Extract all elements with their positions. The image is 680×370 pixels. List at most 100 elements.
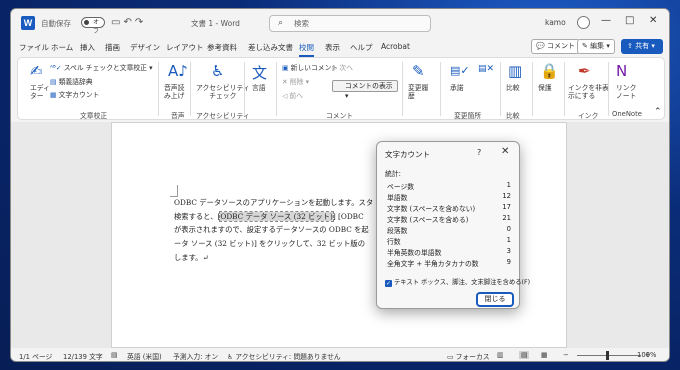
lock-icon: 🔒 [540, 62, 559, 80]
zoom-slider[interactable] [577, 355, 641, 356]
print-layout-icon[interactable]: ▤ [519, 351, 530, 359]
group-speech-label: 音声 [171, 112, 185, 120]
editor-icon: ✍ [30, 62, 43, 80]
document-body[interactable]: ODBC データソースのアプリケーションを起動します。スタ 検索すると、[ODB… [174, 196, 386, 265]
word-count-icon: ▦ [50, 91, 59, 99]
new-comment-icon: ▣ [282, 64, 291, 72]
page-indicator[interactable]: 1/1 ページ [19, 351, 52, 361]
help-icon[interactable]: ? [477, 148, 481, 157]
tab-mailings[interactable]: 差し込み文書 [248, 42, 293, 53]
protect-button[interactable]: 保護 [538, 84, 552, 92]
new-comment-button[interactable]: ▣ 新しいコメント [282, 64, 338, 72]
checkbox-checked-icon[interactable]: ✓ [385, 280, 392, 287]
stat-row: 半角英数の単語数 3 [387, 247, 511, 257]
accept-button[interactable]: 承諾 [450, 84, 464, 92]
focus-mode-button[interactable]: ▭ フォーカス [447, 351, 490, 361]
web-layout-icon[interactable]: ▦ [541, 351, 547, 359]
stat-row: 全角文字 + 半角カタカナの数 9 [387, 258, 511, 268]
user-name[interactable]: kamo [545, 18, 566, 27]
tab-layout[interactable]: レイアウト [166, 42, 204, 53]
zoom-level[interactable]: 100% [637, 351, 656, 359]
maximize-icon[interactable]: □ [625, 15, 634, 26]
autosave-toggle[interactable]: オフ [81, 17, 105, 35]
avatar[interactable] [577, 16, 590, 29]
word-app-icon: W [21, 16, 35, 30]
word-count-button[interactable]: ▦ 文字カウント [50, 91, 99, 99]
ribbon-divider [158, 62, 159, 116]
tab-references[interactable]: 参考資料 [207, 42, 237, 53]
editor-button[interactable]: エディ ター [30, 84, 50, 100]
word-count-indicator[interactable]: 12/139 文字 [63, 351, 103, 361]
word-count-dialog: 文字カウント ? ✕ 統計: ページ数 1 単語数 12 文字数 (スペースを含めな… [376, 141, 530, 309]
tab-help[interactable]: ヘルプ [350, 42, 373, 53]
tab-home[interactable]: ホーム [51, 42, 73, 53]
dialog-close-icon[interactable]: ✕ [501, 146, 509, 157]
search-input[interactable]: ⌕ 検索 [269, 15, 431, 32]
accessibility-check-button[interactable]: アクセシビリティ チェック [196, 84, 250, 100]
ribbon-divider [402, 62, 403, 116]
close-button[interactable]: 閉じる [477, 293, 513, 306]
tab-acrobat[interactable]: Acrobat [381, 42, 410, 51]
language-button[interactable]: 言語 [252, 84, 266, 92]
stat-row: 文字数 (スペースを含める) 21 [387, 214, 511, 224]
minimize-icon[interactable]: — [601, 15, 611, 26]
focus-icon: ▭ [447, 353, 456, 361]
close-icon[interactable]: ✕ [649, 15, 657, 26]
ribbon-divider [500, 62, 501, 116]
track-changes-button[interactable]: 変更履 歴 [408, 84, 428, 100]
proofing-status-icon[interactable]: ▤ [111, 351, 117, 359]
hide-ink-button[interactable]: インクを非表 示にする [568, 84, 609, 100]
tab-insert[interactable]: 挿入 [80, 42, 95, 53]
prev-comment-button[interactable]: ◁ 前へ [282, 92, 303, 100]
stats-heading: 統計: [385, 170, 401, 178]
share-button[interactable]: ⇪ 共有 ▾ [621, 39, 663, 54]
reject-icon[interactable]: ▤✕ [478, 64, 494, 74]
save-icon[interactable]: ▭ [111, 17, 123, 28]
ribbon-divider [564, 62, 565, 116]
dialog-title: 文字カウント [385, 150, 430, 159]
word-window: W 自動保存 オフ ▭↶↷ 文書 1 - Word ⌕ 検索 kamo — □ ✕… [10, 8, 670, 362]
undo-icon[interactable]: ↶ [123, 17, 134, 28]
language-indicator[interactable]: 英語 (米国) [127, 351, 162, 361]
group-comments-label: コメント [326, 112, 354, 120]
title-bar: W 自動保存 オフ ▭↶↷ 文書 1 - Word ⌕ 検索 kamo — □ ✕ [11, 9, 669, 37]
tab-design[interactable]: デザイン [130, 42, 160, 53]
accept-icon: ▤✓ [450, 64, 470, 77]
tab-file[interactable]: ファイル [19, 42, 49, 53]
autosave-label: 自動保存 [41, 19, 71, 28]
redo-icon[interactable]: ↷ [135, 17, 146, 28]
ribbon-divider [608, 62, 609, 116]
collapse-ribbon-icon[interactable]: ⌃ [654, 108, 662, 117]
compare-button[interactable]: 比較 [506, 84, 520, 92]
linked-notes-button[interactable]: リンク ノート [616, 84, 636, 100]
spelling-icon: ᴬᴮ✓ [50, 64, 64, 72]
search-icon: ⌕ [278, 18, 284, 28]
document-title: 文書 1 - Word [191, 19, 240, 28]
spelling-button[interactable]: ᴬᴮ✓ スペル チェックと文章校正 ▾ [50, 64, 153, 72]
ink-icon: ✒ [578, 62, 591, 80]
read-mode-icon[interactable]: ▥ [497, 351, 503, 359]
predictive-input-status[interactable]: 予測入力: オン [173, 351, 218, 361]
group-changes-label: 変更箇所 [454, 112, 482, 120]
thesaurus-button[interactable]: ▤ 類義語辞典 [50, 78, 93, 86]
comments-button[interactable]: 💬 コメント [531, 39, 580, 54]
selected-text: ODBC データ ソース (32 ビット) [219, 210, 334, 222]
group-proofing-label: 文章校正 [80, 112, 108, 120]
include-textboxes-checkbox[interactable]: ✓ テキスト ボックス、脚注、文末脚注を含める(F) [385, 277, 530, 287]
read-aloud-icon: A♪ [168, 62, 188, 80]
read-aloud-button[interactable]: 音声読 み上げ [164, 84, 184, 100]
zoom-slider-thumb[interactable] [606, 351, 609, 360]
zoom-out-icon[interactable]: − [563, 351, 569, 359]
group-ink-label: インク [578, 112, 599, 120]
thesaurus-icon: ▤ [50, 78, 59, 86]
edit-mode-button[interactable]: ✎ 編集 ▾ [577, 39, 615, 54]
tab-view[interactable]: 表示 [325, 42, 340, 53]
tab-draw[interactable]: 描画 [105, 42, 120, 53]
accessibility-status[interactable]: ♿ アクセシビリティ: 問題ありません [227, 351, 341, 361]
group-accessibility-label: アクセシビリティ [196, 112, 250, 120]
show-comments-dropdown[interactable]: コメントの表示 ▾ [332, 80, 398, 100]
tab-review[interactable]: 校閲 [299, 42, 314, 57]
next-comment-button[interactable]: ▷ 次へ [332, 64, 353, 72]
stat-row: 単語数 12 [387, 192, 511, 202]
delete-comment-button[interactable]: ✕ 削除 ▾ [282, 78, 309, 86]
